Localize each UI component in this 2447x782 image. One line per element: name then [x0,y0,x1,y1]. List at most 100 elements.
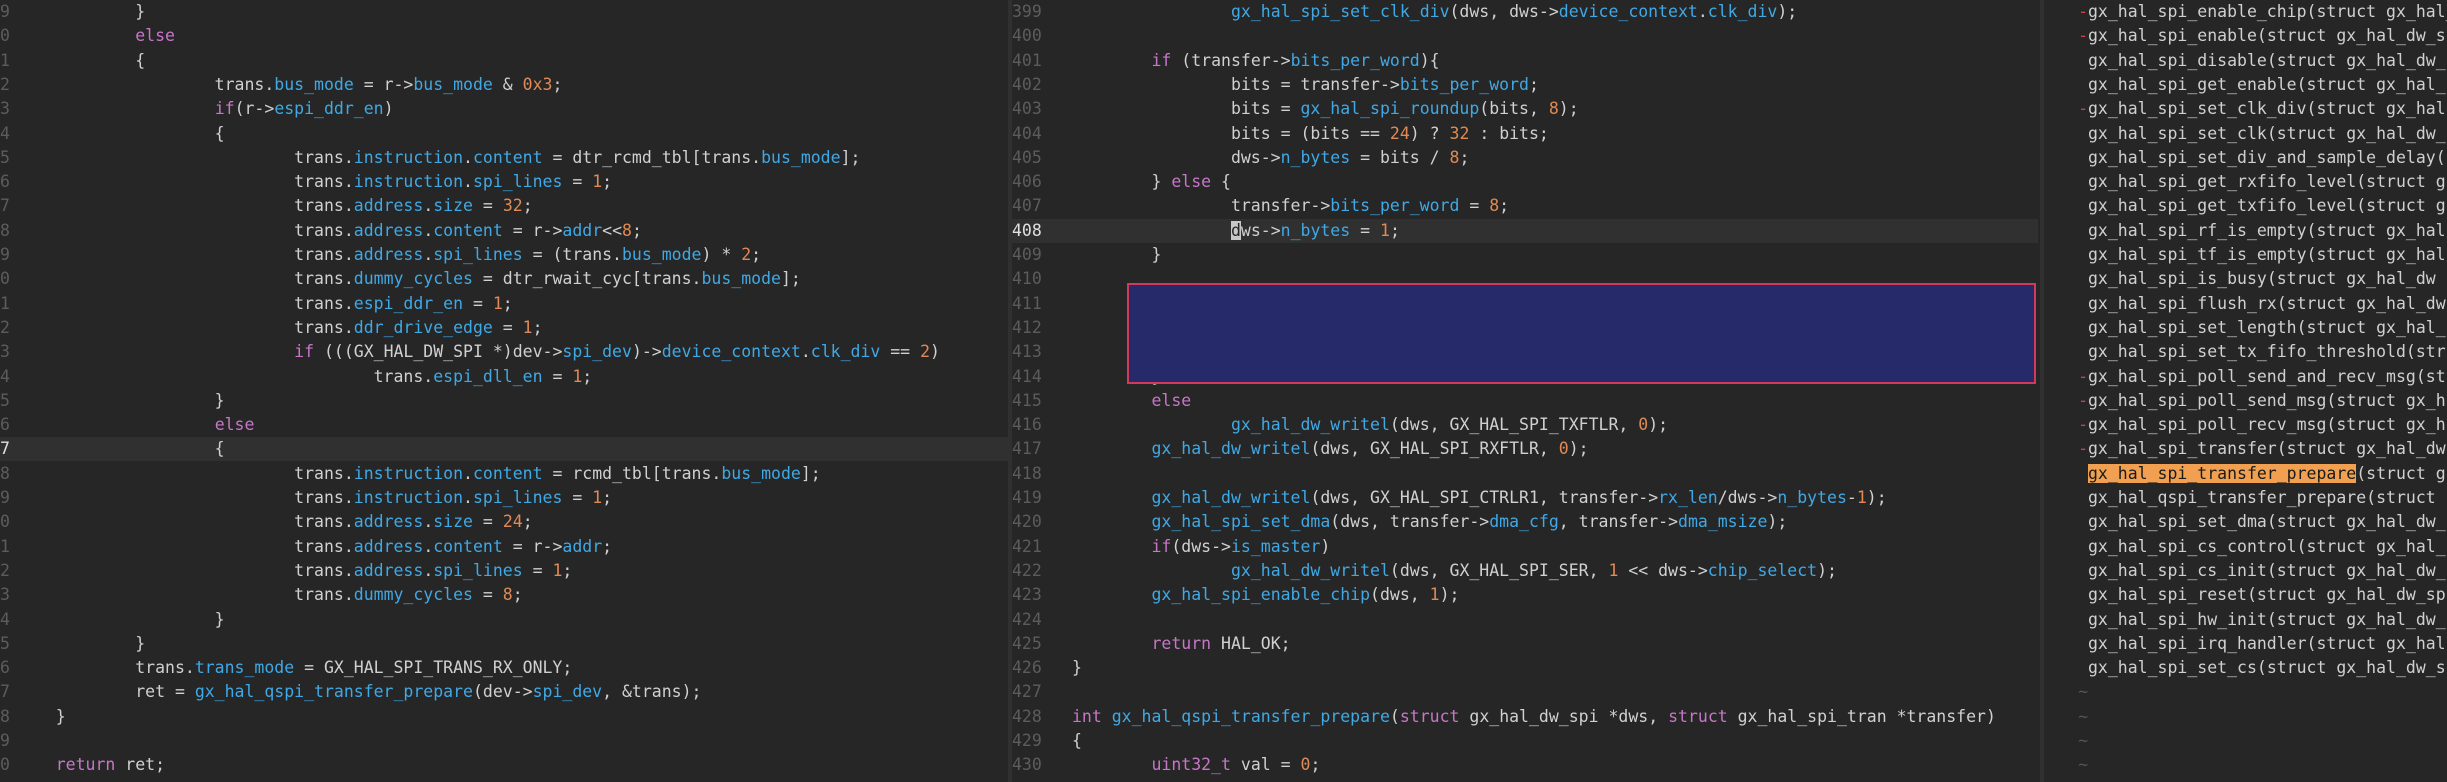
code-line-current[interactable]: 408 dws->n_bytes = 1; [1012,218,2038,243]
tag-name: gx_hal_spi_set_dma [2088,512,2267,532]
code-line[interactable]: 430 uint32_t val = 0; [1012,753,2038,777]
line-number: 409 [1012,245,1042,264]
line-number: 00 [0,26,10,46]
code-line[interactable]: 29 [0,729,1008,753]
code-line[interactable]: 28 } [0,705,1008,729]
code-line[interactable]: 12 trans.ddr_drive_edge = 1; [0,316,1008,340]
code-line[interactable]: 25 } [0,632,1008,656]
code-line[interactable]: 423 gx_hal_spi_enable_chip(dws, 1); [1012,583,2038,607]
tag-item[interactable]: gx_hal_spi_set_length(struct gx_hal_ [2044,316,2447,340]
tag-item[interactable]: gx_hal_spi_flush_rx(struct gx_hal_dw [2044,292,2447,316]
tag-item[interactable]: gx_hal_spi_rf_is_empty(struct gx_hal [2044,219,2447,243]
code-line[interactable]: 422 gx_hal_dw_writel(dws, GX_HAL_SPI_SER… [1012,559,2038,583]
code-line[interactable]: 07 trans.address.size = 32; [0,194,1008,218]
tag-item[interactable]: gx_hal_qspi_transfer_prepare(struct [2044,486,2447,510]
tag-item[interactable]: -gx_hal_spi_poll_recv_msg(struct gx_h [2044,413,2447,437]
code-line[interactable]: 04 { [0,122,1008,146]
code-line[interactable]: 11 trans.espi_ddr_en = 1; [0,292,1008,316]
editor-pane-left[interactable]: 99 }00 else01 {02 trans.bus_mode = r->bu… [0,0,1008,782]
code-line[interactable]: 03 if(r->espi_ddr_en) [0,97,1008,121]
tag-item[interactable]: gx_hal_spi_cs_control(struct gx_hal_ [2044,535,2447,559]
code-line[interactable]: 409 } [1012,243,2038,267]
code-line[interactable]: 403 bits = gx_hal_spi_roundup(bits, 8); [1012,97,2038,121]
tag-item[interactable]: gx_hal_spi_get_enable(struct gx_hal_ [2044,73,2447,97]
code-token: ; [751,245,762,264]
code-line[interactable]: 18 trans.instruction.content = rcmd_tbl[… [0,462,1008,486]
code-line[interactable]: 418 [1012,462,2038,486]
tag-item[interactable]: gx_hal_spi_reset(struct gx_hal_dw_sp [2044,583,2447,607]
code-line[interactable]: 23 trans.dummy_cycles = 8; [0,583,1008,607]
code-line[interactable]: 416 gx_hal_dw_writel(dws, GX_HAL_SPI_TXF… [1012,413,2038,437]
tag-item[interactable]: gx_hal_spi_set_dma(struct gx_hal_dw_ [2044,510,2447,534]
tag-item[interactable]: -gx_hal_spi_enable_chip(struct gx_hal_d [2044,0,2447,24]
code-line[interactable]: 428 int gx_hal_qspi_transfer_prepare(stru… [1012,705,2038,729]
code-line[interactable]: 406 } else { [1012,170,2038,194]
tag-item[interactable]: gx_hal_spi_cs_init(struct gx_hal_dw_ [2044,559,2447,583]
code-line[interactable]: 30 return ret; [0,753,1008,777]
tag-item[interactable]: gx_hal_spi_is_busy(struct gx_hal_dw [2044,267,2447,291]
tag-item[interactable]: gx_hal_spi_set_div_and_sample_delay( [2044,146,2447,170]
tag-item[interactable]: gx_hal_spi_get_txfifo_level(struct g [2044,194,2447,218]
code-line[interactable]: 99 } [0,0,1008,24]
code-line[interactable]: 31} [0,778,1008,782]
code-line[interactable]: 425 return HAL_OK; [1012,632,2038,656]
code-line[interactable]: 09 trans.address.spi_lines = (trans.bus_… [0,243,1008,267]
editor-pane-middle[interactable]: 399 gx_hal_spi_set_clk_div(dws, dws->dev… [1012,0,2038,782]
code-line[interactable]: 21 trans.address.content = r->addr; [0,535,1008,559]
code-line[interactable]: 19 trans.instruction.spi_lines = 1; [0,486,1008,510]
tag-item[interactable]: -gx_hal_spi_transfer(struct gx_hal_dw [2044,437,2447,461]
tag-item[interactable]: gx_hal_spi_set_cs(struct gx_hal_dw_s [2044,656,2447,680]
code-line[interactable]: 427 [1012,680,2038,704]
tag-item[interactable]: gx_hal_spi_disable(struct gx_hal_dw_ [2044,49,2447,73]
code-line[interactable]: 14 trans.espi_dll_en = 1; [0,365,1008,389]
code-line[interactable]: 429 { [1012,729,2038,753]
code-line[interactable]: 22 trans.address.spi_lines = 1; [0,559,1008,583]
tag-item[interactable]: gx_hal_spi_set_clk(struct gx_hal_dw_ [2044,122,2447,146]
code-line[interactable]: 421 if(dws->is_master) [1012,535,2038,559]
code-line[interactable]: 00 else [0,24,1008,48]
code-line[interactable]: 24 } [0,608,1008,632]
tag-item[interactable]: gx_hal_spi_hw_init(struct gx_hal_dw_ [2044,608,2447,632]
code-line[interactable]: 401 if (transfer->bits_per_word){ [1012,49,2038,73]
tag-item[interactable]: -gx_hal_spi_set_clk_div(struct gx_hal [2044,97,2447,121]
code-line[interactable]: 13 if (((GX_HAL_DW_SPI *)dev->spi_dev)->… [0,340,1008,364]
tagbar-pane[interactable]: -gx_hal_spi_enable_chip(struct gx_hal_d-… [2044,0,2447,782]
code-line[interactable]: 06 trans.instruction.spi_lines = 1; [0,170,1008,194]
code-token: dma_cfg [1489,512,1559,532]
code-line[interactable]: 08 trans.address.content = r->addr<<8; [0,219,1008,243]
code-line[interactable]: 415 else [1012,389,2038,413]
tag-item[interactable]: gx_hal_spi_tf_is_empty(struct gx_hal [2044,243,2447,267]
tag-item[interactable]: -gx_hal_spi_poll_send_and_recv_msg(st [2044,365,2447,389]
line-number: 25 [0,633,10,653]
code-line-current[interactable]: 17 { [0,437,1008,462]
code-line[interactable]: 420 gx_hal_spi_set_dma(dws, transfer->dm… [1012,510,2038,534]
code-line[interactable]: 05 trans.instruction.content = dtr_rcmd_… [0,146,1008,170]
tag-item[interactable]: -gx_hal_spi_enable(struct gx_hal_dw_s [2044,24,2447,48]
code-line[interactable]: 405 dws->n_bytes = bits / 8; [1012,146,2038,170]
code-line[interactable]: 402 bits = transfer->bits_per_word; [1012,73,2038,97]
code-line[interactable]: 424 [1012,608,2038,632]
code-line[interactable]: 404 bits = (bits == 24) ? 32 : bits; [1012,122,2038,146]
code-line[interactable]: 15 } [0,389,1008,413]
tag-item[interactable]: gx_hal_spi_get_rxfifo_level(struct g [2044,170,2447,194]
code-line[interactable]: 27 ret = gx_hal_qspi_transfer_prepare(de… [0,680,1008,704]
code-line[interactable]: 407 transfer->bits_per_word = 8; [1012,194,2038,218]
tag-item[interactable]: -gx_hal_spi_poll_send_msg(struct gx_h [2044,389,2447,413]
tag-item[interactable]: gx_hal_spi_set_tx_fifo_threshold(str [2044,340,2447,364]
code-line[interactable]: 426} [1012,656,2038,680]
code-line[interactable]: 01 { [0,49,1008,73]
code-line[interactable]: 20 trans.address.size = 24; [0,510,1008,534]
code-line[interactable]: 417 gx_hal_dw_writel(dws, GX_HAL_SPI_RXF… [1012,437,2038,461]
code-line[interactable]: 419 gx_hal_dw_writel(dws, GX_HAL_SPI_CTR… [1012,486,2038,510]
code-line[interactable]: 431 uint32_t en0; [1012,778,2038,782]
code-line[interactable]: 399 gx_hal_spi_set_clk_div(dws, dws->dev… [1012,0,2038,24]
tag-item[interactable]: gx_hal_spi_transfer_prepare(struct g [2044,462,2447,486]
code-line[interactable]: 02 trans.bus_mode = r->bus_mode & 0x3; [0,73,1008,97]
tag-item[interactable]: gx_hal_spi_irq_handler(struct gx_hal [2044,632,2447,656]
code-token: device_context [661,342,801,362]
code-line[interactable]: 10 trans.dummy_cycles = dtr_rwait_cyc[tr… [0,267,1008,291]
code-line[interactable]: 400 [1012,24,2038,48]
code-token: gx_hal_dw_writel [1230,560,1390,580]
code-line[interactable]: 16 else [0,413,1008,437]
code-line[interactable]: 26 trans.trans_mode = GX_HAL_SPI_TRANS_R… [0,656,1008,680]
